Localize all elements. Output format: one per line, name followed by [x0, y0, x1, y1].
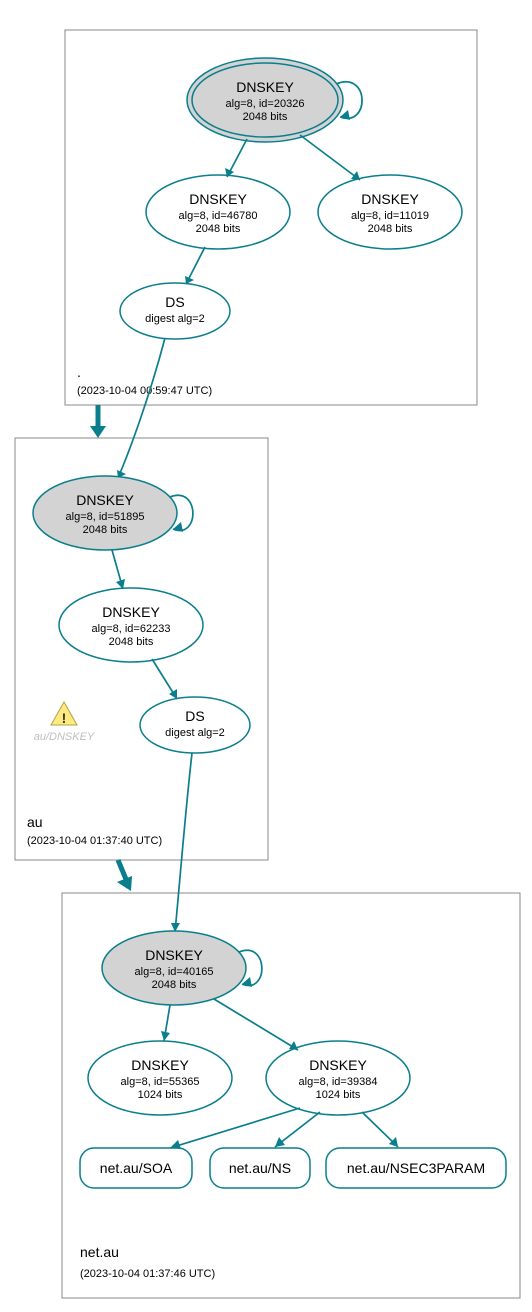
svg-text:alg=8, id=11019: alg=8, id=11019	[351, 210, 429, 222]
svg-text:2048 bits: 2048 bits	[243, 111, 288, 123]
svg-text:DNSKEY: DNSKEY	[102, 604, 160, 620]
svg-text:alg=8, id=39384: alg=8, id=39384	[299, 1076, 378, 1088]
zone-root-label: .	[77, 364, 81, 380]
svg-text:alg=8, id=62233: alg=8, id=62233	[92, 623, 171, 635]
svg-text:DNSKEY: DNSKEY	[309, 1057, 367, 1073]
svg-text:alg=8, id=51895: alg=8, id=51895	[66, 511, 145, 523]
svg-text:alg=8, id=20326: alg=8, id=20326	[226, 98, 305, 110]
edge-rootksk-zsk2	[300, 135, 360, 180]
svg-text:net.au/SOA: net.au/SOA	[100, 1160, 173, 1176]
svg-text:DNSKEY: DNSKEY	[131, 1057, 189, 1073]
zone-netau-ts: (2023-10-04 01:37:46 UTC)	[80, 1268, 215, 1280]
svg-text:2048 bits: 2048 bits	[152, 979, 197, 991]
node-au-ds[interactable]: DS digest alg=2	[140, 697, 250, 753]
svg-text:DNSKEY: DNSKEY	[76, 492, 134, 508]
warning-label: au/DNSKEY	[34, 731, 95, 743]
zone-netau-label: net.au	[80, 1244, 119, 1260]
svg-text:2048 bits: 2048 bits	[109, 636, 154, 648]
zone-root-ts: (2023-10-04 00:59:47 UTC)	[77, 385, 212, 397]
warning-icon[interactable]: !	[51, 702, 77, 726]
edge-netauksk-zsk2	[214, 999, 298, 1050]
svg-text:alg=8, id=46780: alg=8, id=46780	[179, 210, 258, 222]
svg-text:1024 bits: 1024 bits	[316, 1089, 361, 1101]
svg-text:DS: DS	[185, 708, 204, 724]
svg-text:alg=8, id=40165: alg=8, id=40165	[135, 966, 214, 978]
svg-text:alg=8, id=55365: alg=8, id=55365	[121, 1076, 200, 1088]
node-root-zsk1[interactable]: DNSKEY alg=8, id=46780 2048 bits	[146, 175, 290, 249]
svg-text:DNSKEY: DNSKEY	[189, 191, 247, 207]
svg-text:net.au/NS: net.au/NS	[229, 1160, 291, 1176]
node-netau-zsk2[interactable]: DNSKEY alg=8, id=39384 1024 bits	[266, 1041, 410, 1115]
svg-text:DNSKEY: DNSKEY	[236, 79, 294, 95]
node-netau-zsk1[interactable]: DNSKEY alg=8, id=55365 1024 bits	[88, 1041, 232, 1115]
svg-text:2048 bits: 2048 bits	[83, 524, 128, 536]
node-au-zsk[interactable]: DNSKEY alg=8, id=62233 2048 bits	[59, 588, 203, 662]
node-au-ksk[interactable]: DNSKEY alg=8, id=51895 2048 bits	[33, 476, 177, 550]
svg-text:!: !	[62, 710, 67, 726]
zone-au-ts: (2023-10-04 01:37:40 UTC)	[27, 835, 162, 847]
node-rr-soa[interactable]: net.au/SOA	[80, 1148, 192, 1188]
svg-text:digest alg=2: digest alg=2	[145, 313, 205, 325]
svg-text:DNSKEY: DNSKEY	[361, 191, 419, 207]
svg-text:digest alg=2: digest alg=2	[165, 727, 225, 739]
svg-text:net.au/NSEC3PARAM: net.au/NSEC3PARAM	[347, 1160, 485, 1176]
node-root-ksk[interactable]: DNSKEY alg=8, id=20326 2048 bits	[187, 58, 343, 142]
svg-text:DS: DS	[165, 294, 184, 310]
svg-text:2048 bits: 2048 bits	[368, 223, 413, 235]
node-root-ds[interactable]: DS digest alg=2	[120, 283, 230, 339]
node-rr-nsec3param[interactable]: net.au/NSEC3PARAM	[326, 1148, 506, 1188]
edge-auds-netauksk	[175, 753, 192, 932]
node-root-zsk2[interactable]: DNSKEY alg=8, id=11019 2048 bits	[318, 175, 462, 249]
svg-text:DNSKEY: DNSKEY	[145, 947, 203, 963]
node-netau-ksk[interactable]: DNSKEY alg=8, id=40165 2048 bits	[102, 931, 246, 1005]
svg-text:2048 bits: 2048 bits	[196, 223, 241, 235]
node-rr-ns[interactable]: net.au/NS	[210, 1148, 310, 1188]
zone-au-label: au	[27, 814, 43, 830]
svg-text:1024 bits: 1024 bits	[138, 1089, 183, 1101]
edge-rootds-auksk	[118, 338, 165, 478]
